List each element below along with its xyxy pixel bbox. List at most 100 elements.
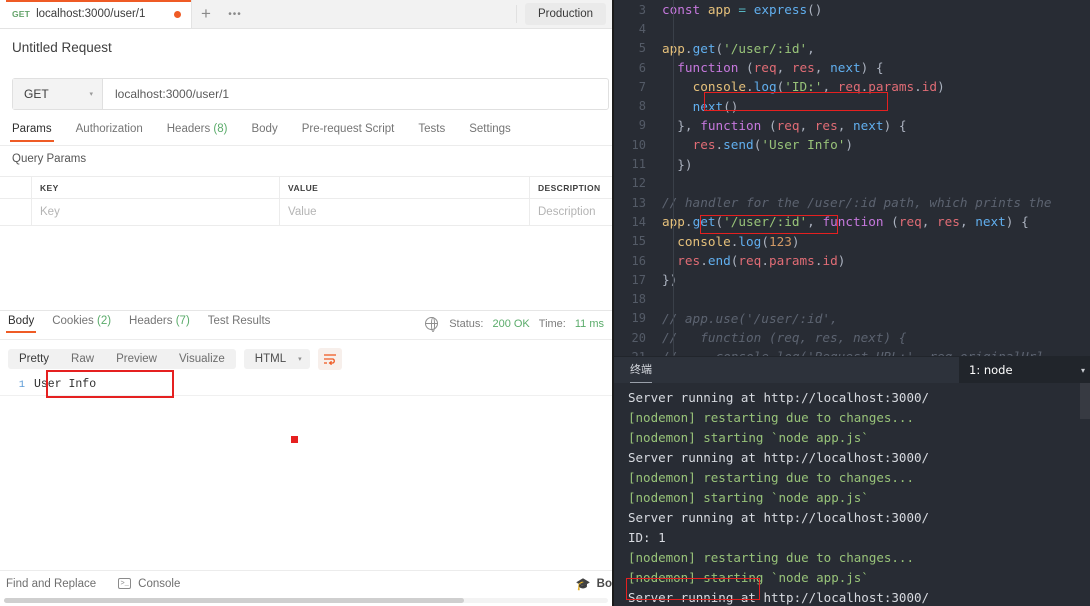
response-tab-cookies[interactable]: Cookies (2)	[52, 315, 111, 333]
postman-app: GET localhost:3000/user/1 + ••• Producti…	[0, 0, 614, 606]
code-line-text: res.send('User Info')	[692, 137, 853, 153]
response-viewer-toolbar: Pretty Raw Preview Visualize HTML ▾	[8, 348, 342, 370]
view-mode-raw[interactable]: Raw	[60, 349, 105, 369]
request-tab-strip: GET localhost:3000/user/1 + ••• Producti…	[0, 0, 614, 29]
code-line-text: app.get('/user/:id', function (req, res,…	[662, 214, 1029, 230]
terminal-line: [nodemon] restarting due to changes...	[628, 550, 914, 565]
view-mode-visualize[interactable]: Visualize	[168, 349, 236, 369]
param-description-input[interactable]: Description	[538, 206, 596, 218]
terminal-line: Server running at http://localhost:3000/	[628, 510, 930, 525]
tab-headers-label: Headers	[166, 123, 211, 135]
code-line: 10 res.send('User Info')	[614, 135, 1090, 154]
code-line: 3 const app = express()	[614, 0, 1090, 19]
chevron-down-icon: ▾	[1080, 365, 1085, 375]
tab-headers-count: (8)	[213, 123, 228, 135]
url-input[interactable]	[103, 79, 608, 109]
request-tab[interactable]: GET localhost:3000/user/1	[0, 0, 192, 28]
query-params-table: KEY VALUE DESCRIPTION Key Value Descript…	[0, 176, 614, 226]
url-bar: GET ▾	[12, 78, 609, 110]
code-line-number: 9	[638, 118, 646, 133]
code-line-number: 4	[638, 21, 646, 36]
tab-body-label: Body	[251, 123, 278, 135]
query-params-label: Query Params	[12, 153, 87, 165]
code-line-text: next()	[692, 98, 739, 114]
tab-pre-request-script[interactable]: Pre-request Script	[302, 123, 395, 141]
row-checkbox[interactable]	[0, 199, 32, 225]
param-key-input[interactable]: Key	[40, 206, 60, 218]
environment-selector[interactable]: Production	[525, 3, 606, 25]
divider	[516, 5, 518, 23]
bootcamp-button[interactable]: 🎓 Bo	[576, 577, 612, 591]
chevron-down-icon: ▾	[89, 91, 93, 98]
terminal-scrollbar[interactable]	[1080, 383, 1090, 419]
tab-tests[interactable]: Tests	[418, 123, 445, 141]
tab-headers[interactable]: Headers (8)	[167, 123, 228, 141]
code-line: 20 // function (req, res, next) {	[614, 328, 1090, 347]
code-line-number: 20	[631, 330, 646, 345]
tab-params-label: Params	[12, 123, 52, 135]
code-line-number: 6	[638, 60, 646, 75]
response-body-viewer[interactable]: 1 User Info	[0, 374, 614, 396]
chevron-down-icon: ▾	[298, 356, 302, 363]
view-mode-group: Pretty Raw Preview Visualize	[8, 349, 236, 369]
view-mode-preview[interactable]: Preview	[105, 349, 168, 369]
view-mode-pretty[interactable]: Pretty	[8, 349, 60, 369]
column-header-value: VALUE	[288, 182, 319, 193]
code-line-number: 5	[638, 41, 646, 56]
response-tab-test-results[interactable]: Test Results	[208, 315, 271, 333]
response-tab-cookies-label: Cookies	[52, 315, 94, 327]
terminal-line: [nodemon] starting `node app.js`	[628, 570, 869, 585]
code-line-number: 3	[638, 2, 646, 17]
code-line-number: 10	[631, 137, 646, 152]
code-editor[interactable]: 3 const app = express() 4 5 app.get('/user/:…	[614, 0, 1090, 356]
table-header-row: KEY VALUE DESCRIPTION	[0, 177, 614, 199]
plus-icon[interactable]: +	[192, 0, 220, 28]
word-wrap-icon[interactable]	[317, 348, 342, 370]
code-line: 17})	[614, 270, 1090, 289]
code-line: 5 app.get('/user/:id',	[614, 39, 1090, 58]
terminal-line: Server running at http://localhost:3000/	[628, 590, 930, 605]
code-line-number: 15	[631, 234, 646, 249]
horizontal-scrollbar[interactable]	[4, 598, 608, 603]
method-select[interactable]: GET ▾	[13, 79, 103, 109]
status-label: Status:	[449, 317, 484, 330]
code-line: 7 console.log('ID:', req.params.id)	[614, 77, 1090, 96]
code-line: 13 // handler for the /user/:id path, whi…	[614, 193, 1090, 212]
code-line: 9 }, function (req, res, next) {	[614, 116, 1090, 135]
code-line-text: })	[662, 272, 678, 288]
terminal-line: [nodemon] starting `node app.js`	[628, 490, 869, 505]
format-select[interactable]: HTML ▾	[243, 349, 310, 369]
code-line: 8 next()	[614, 96, 1090, 115]
tab-settings[interactable]: Settings	[469, 123, 511, 141]
code-line: 11 })	[614, 154, 1090, 173]
terminal-shell-select[interactable]: 1: node ▾	[959, 357, 1090, 383]
red-marker	[291, 436, 298, 443]
console-button[interactable]: >_ Console	[118, 578, 180, 590]
code-line-number: 18	[631, 292, 646, 307]
code-line-text: console.log('ID:', req.params.id)	[692, 79, 945, 95]
tab-params[interactable]: Params	[10, 123, 54, 142]
response-tab-headers[interactable]: Headers (7)	[129, 315, 190, 333]
code-line-text: console.log(123)	[677, 233, 800, 249]
tab-settings-label: Settings	[469, 123, 511, 135]
terminal-tab-title[interactable]: 终端	[630, 361, 652, 383]
code-line-number: 12	[631, 176, 646, 191]
response-tab-headers-label: Headers	[129, 315, 173, 327]
param-value-input[interactable]: Value	[288, 206, 317, 218]
method-select-value: GET	[24, 87, 49, 101]
terminal-line: ID: 1	[628, 530, 666, 545]
code-line: 6 function (req, res, next) {	[614, 58, 1090, 77]
code-line-number: 16	[631, 253, 646, 268]
table-row[interactable]: Key Value Description	[0, 199, 614, 226]
tab-authorization[interactable]: Authorization	[76, 123, 143, 141]
line-number: 1	[18, 378, 25, 391]
unsaved-dot-icon	[174, 10, 181, 18]
terminal-header: 终端 1: node ▾	[614, 357, 1090, 383]
response-tab-body[interactable]: Body	[5, 315, 37, 333]
terminal-output[interactable]: Server running at http://localhost:3000/…	[614, 383, 1090, 606]
code-line: 21// console.log('Request URL:', req.ori…	[614, 347, 1090, 356]
code-line-text: // handler for the /user/:id path, which…	[662, 195, 1052, 211]
find-and-replace-button[interactable]: Find and Replace	[6, 578, 96, 590]
tab-body[interactable]: Body	[251, 123, 277, 141]
ellipsis-icon[interactable]: •••	[220, 0, 250, 28]
